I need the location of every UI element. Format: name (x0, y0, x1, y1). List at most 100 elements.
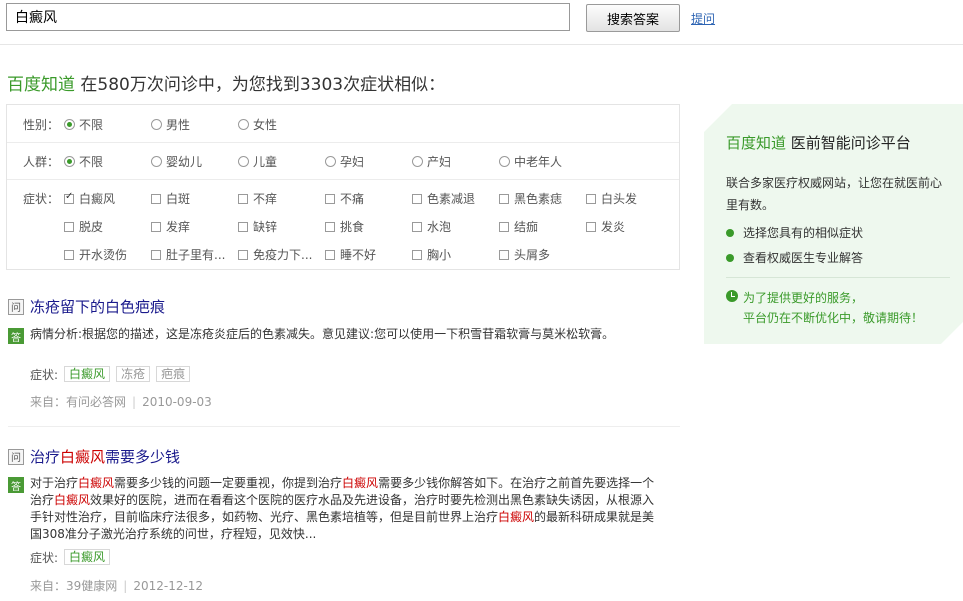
checkbox-icon[interactable] (325, 249, 335, 260)
source-date: 2010-09-03 (142, 395, 212, 409)
radio-icon[interactable] (64, 156, 75, 167)
result-headline: 百度知道 在580万次问诊中，为您找到3303次症状相似： (7, 70, 445, 95)
result-symptoms: 症状: 白癜风 冻疮 疤痕 (30, 366, 191, 383)
filter-symptom-option[interactable]: 免疫力下... (238, 246, 312, 263)
filter-symptom-option[interactable]: 色素减退 (412, 190, 475, 207)
result-symptoms: 症状: 白癜风 (30, 549, 111, 566)
filter-symptom-option[interactable]: 不痛 (325, 190, 364, 207)
radio-icon[interactable] (238, 156, 249, 167)
filter-option-label: 色素减退 (427, 192, 476, 206)
checkbox-icon[interactable] (151, 221, 161, 232)
checkbox-icon[interactable] (325, 221, 335, 232)
checkbox-icon[interactable] (64, 249, 74, 260)
checkbox-icon[interactable] (586, 221, 596, 232)
search-input[interactable] (6, 3, 570, 31)
radio-icon[interactable] (238, 119, 249, 130)
checkbox-icon[interactable] (412, 249, 422, 260)
filter-option-label: 产妇 (427, 155, 452, 169)
checkbox-icon[interactable] (151, 249, 161, 260)
result-answer: 对于治疗白癜风需要多少钱的问题一定要重视，你提到治疗白癜风需要多少钱你解答如下。… (30, 475, 655, 543)
result-source: 来自：39健康网 | 2012-12-12 (30, 579, 204, 593)
filter-symptom-option[interactable]: 白癜风 (64, 190, 115, 207)
checkbox-icon[interactable] (325, 193, 335, 204)
checkbox-icon[interactable] (499, 221, 509, 232)
filter-crowd-option[interactable]: 中老年人 (499, 153, 562, 170)
filter-symptom: 症状： 白癜风 白斑 不痒 不痛 色素减退 黑色素痣 白头发脱皮 发痒 缺锌 挑食 水泡 结痂 发炎开水… (7, 179, 679, 269)
filter-crowd-option[interactable]: 孕妇 (325, 153, 364, 170)
filter-symptom-option[interactable]: 白斑 (151, 190, 190, 207)
result-divider (8, 426, 680, 427)
result-title[interactable]: 问 治疗白癜风需要多少钱 (8, 446, 180, 467)
text-segment: 冻疮留下的白色疤痕 (30, 298, 166, 316)
radio-icon[interactable] (151, 156, 162, 167)
filter-symptom-option[interactable]: 头屑多 (499, 246, 550, 263)
filter-option-label: 白头发 (601, 192, 638, 206)
filter-symptom-option[interactable]: 白头发 (586, 190, 637, 207)
filter-symptom-option[interactable]: 黑色素痣 (499, 190, 562, 207)
filter-symptom-option[interactable]: 睡不好 (325, 246, 376, 263)
highlight-keyword: 白癜风 (78, 476, 115, 490)
headline-text: 在580万次问诊中，为您找到3303次症状相似： (75, 75, 446, 95)
source-label: 来自：39健康网 (30, 579, 118, 593)
filter-crowd-option[interactable]: 不限 (64, 153, 103, 170)
result-title[interactable]: 问 冻疮留下的白色疤痕 (8, 296, 165, 317)
filter-gender: 性别： 不限 男性 女性 (7, 105, 679, 143)
checkbox-icon[interactable] (499, 249, 509, 260)
filter-symptom-option[interactable]: 挑食 (325, 218, 364, 235)
filter-symptom-option[interactable]: 胸小 (412, 246, 451, 263)
checkbox-icon[interactable] (499, 193, 509, 204)
filter-symptom-option[interactable]: 发痒 (151, 218, 190, 235)
symptom-tag[interactable]: 疤痕 (156, 366, 191, 382)
text-segment: 对于治疗 (30, 476, 79, 490)
panel-feature: 选择您具有的相似症状 (726, 224, 863, 241)
bullet-icon (726, 228, 734, 237)
filter-gender-option[interactable]: 女性 (238, 116, 277, 133)
panel-feature-text: 查看权威医生专业解答 (743, 251, 864, 265)
checkbox-icon[interactable] (238, 249, 248, 260)
filter-gender-option[interactable]: 不限 (64, 116, 103, 133)
filter-crowd-option[interactable]: 婴幼儿 (151, 153, 202, 170)
checkbox-icon[interactable] (412, 193, 422, 204)
filter-symptom-option[interactable]: 结痂 (499, 218, 538, 235)
radio-icon[interactable] (325, 156, 336, 167)
result-title-text[interactable]: 治疗白癜风需要多少钱 (30, 446, 180, 467)
panel-feature-text: 选择您具有的相似症状 (743, 226, 864, 240)
filter-crowd-option[interactable]: 儿童 (238, 153, 277, 170)
filter-symptom-option[interactable]: 发炎 (586, 218, 625, 235)
filter-symptom-option[interactable]: 不痒 (238, 190, 277, 207)
checkbox-icon[interactable] (586, 193, 596, 204)
search-button[interactable]: 搜索答案 (586, 4, 680, 32)
filter-option-label: 不痛 (340, 192, 365, 206)
filter-option-label: 发炎 (601, 220, 626, 234)
filter-option-label: 胸小 (427, 248, 452, 262)
result-title-text[interactable]: 冻疮留下的白色疤痕 (30, 296, 165, 317)
checkbox-icon[interactable] (64, 221, 74, 232)
filter-option-label: 结痂 (514, 220, 539, 234)
checkbox-icon[interactable] (412, 221, 422, 232)
ask-link[interactable]: 提问 (691, 10, 715, 27)
checkbox-icon[interactable] (151, 193, 161, 204)
radio-icon[interactable] (64, 119, 75, 130)
symptom-tag[interactable]: 冻疮 (116, 366, 151, 382)
filter-symptom-option[interactable]: 水泡 (412, 218, 451, 235)
radio-icon[interactable] (151, 119, 162, 130)
symptom-tag[interactable]: 白癜风 (64, 366, 111, 382)
radio-icon[interactable] (412, 156, 423, 167)
filter-option-label: 挑食 (340, 220, 365, 234)
filter-symptom-option[interactable]: 脱皮 (64, 218, 103, 235)
checkbox-icon[interactable] (238, 221, 248, 232)
filter-gender-option[interactable]: 男性 (151, 116, 190, 133)
filter-option-label: 开水烫伤 (79, 248, 128, 262)
symptom-tag[interactable]: 白癜风 (64, 549, 111, 565)
filter-option-label: 睡不好 (340, 248, 377, 262)
filter-option-label: 缺锌 (253, 220, 278, 234)
filter-crowd-option[interactable]: 产妇 (412, 153, 451, 170)
filter-symptom-option[interactable]: 肚子里有... (151, 246, 225, 263)
filter-symptom-option[interactable]: 开水烫伤 (64, 246, 127, 263)
checkbox-icon[interactable] (64, 191, 74, 204)
highlight-keyword: 白癜风 (54, 493, 91, 507)
filter-symptom-option[interactable]: 缺锌 (238, 218, 277, 235)
answer-icon: 答 (8, 477, 24, 493)
checkbox-icon[interactable] (238, 193, 248, 204)
radio-icon[interactable] (499, 156, 510, 167)
